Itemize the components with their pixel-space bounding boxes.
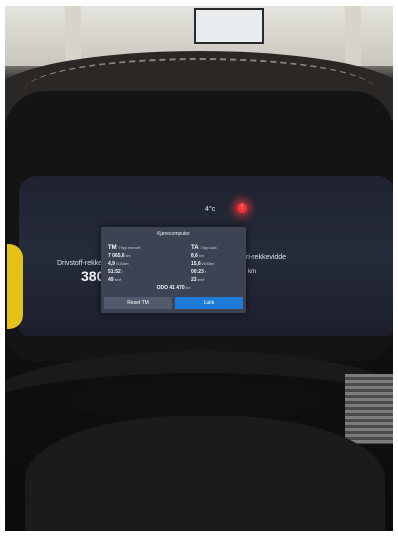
reset-tm-button[interactable]: Reset TM <box>104 297 172 309</box>
dialog-title: Kjørecomputer <box>157 231 190 237</box>
garage-pillar <box>345 6 361 66</box>
close-button[interactable]: Lukk <box>175 297 243 309</box>
unit: km/t <box>114 278 122 282</box>
warning-light-icon: ! <box>237 203 247 213</box>
steering-wheel-hub <box>25 416 385 531</box>
odometer-label: ODO <box>156 285 168 291</box>
dashboard-photo: 4°c ! Drivstoff-rekkevi 380 ri-rekkevidd… <box>5 6 393 531</box>
trip-computer-dialog: Kjørecomputer TM Tripp manuell 7 065,6km … <box>101 227 246 313</box>
garage-screen <box>194 8 264 44</box>
unit: km/t <box>197 278 205 282</box>
trip-speed: 49 <box>108 277 114 283</box>
trip-speed: 23 <box>191 277 197 283</box>
odometer-unit: km <box>185 286 191 290</box>
odometer: ODO 41 470km <box>101 285 246 291</box>
unit: t <box>121 270 123 274</box>
outside-temperature: 4°c <box>205 206 216 213</box>
fuel-range-label: Drivstoff-rekkevi <box>57 260 108 267</box>
odometer-value: 41 470 <box>169 285 185 291</box>
air-vent <box>345 374 393 444</box>
trip-auto-column: TA Tripp auto 8,6km 15,6l/100km 00:23t 23… <box>191 241 257 283</box>
unit: t <box>204 270 206 274</box>
garage-pillar <box>65 6 81 66</box>
yellow-trim <box>7 244 23 329</box>
trip-manual-column: TM Tripp manuell 7 065,6km 4,9l/100km 51:… <box>108 241 174 283</box>
